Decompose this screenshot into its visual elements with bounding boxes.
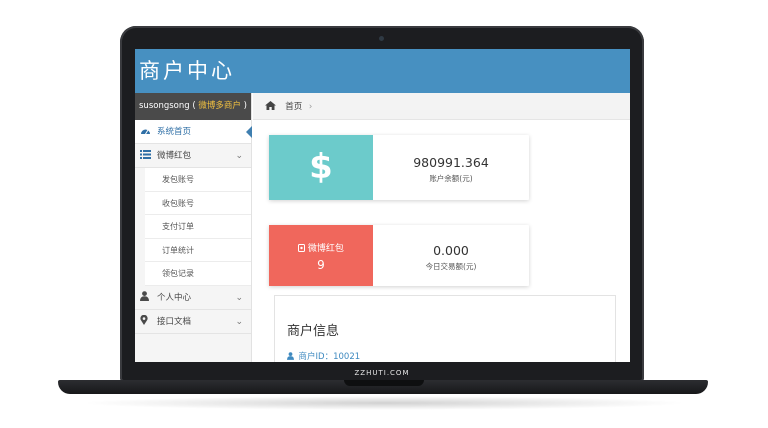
camera <box>379 36 384 41</box>
active-indicator <box>246 126 252 138</box>
user-tag-close: ) <box>243 101 247 111</box>
brand-label: ZZHUTI.COM <box>354 369 410 377</box>
merchant-panel: 商户信息 商户ID：10021 <box>274 295 616 362</box>
sidebar: susongsong ( 微博多商户 ) 系统首页 微博红包 ⌄ 发包账号 收包… <box>135 93 252 362</box>
screen: 商户中心 susongsong ( 微博多商户 ) 系统首页 微博红包 ⌄ 发包… <box>135 49 630 362</box>
user-tag-open: ( <box>192 101 196 111</box>
breadcrumb-home-link[interactable]: 首页 <box>285 102 302 112</box>
sidebar-item-label: 微博红包 <box>157 151 192 161</box>
sidebar-item-weibo-redpacket[interactable]: 微博红包 ⌄ <box>135 144 251 168</box>
sidebar-item-api-docs[interactable]: 接口文档 ⌄ <box>135 310 251 334</box>
sidebar-item-label: 接口文档 <box>157 316 192 327</box>
top-bar: 商户中心 <box>135 49 630 93</box>
dashboard-icon <box>140 120 151 144</box>
sidebar-item-personal-center[interactable]: 个人中心 ⌄ <box>135 286 251 310</box>
sidebar-item-dashboard[interactable]: 系统首页 <box>135 120 252 144</box>
username: susongsong <box>139 101 190 111</box>
dollar-icon: $ <box>269 135 373 200</box>
list-icon <box>140 144 151 168</box>
chevron-down-icon: ⌄ <box>235 316 243 327</box>
home-icon[interactable] <box>265 101 279 112</box>
today-amount-caption: 今日交易额(元) <box>425 262 477 271</box>
main-content: 首页 › $ 980991.364 账户余额(元) 微博红包 9 0.000 今… <box>253 93 630 362</box>
merchant-id: 商户ID：10021 <box>287 350 360 362</box>
laptop-shadow <box>80 396 688 410</box>
balance-card: $ 980991.364 账户余额(元) <box>269 135 529 200</box>
balance-value: 980991.364 <box>413 155 489 170</box>
submenu-item-claim-records[interactable]: 领包记录 <box>145 262 251 286</box>
today-amount-value: 0.000 <box>433 243 469 258</box>
submenu-item-send-account[interactable]: 发包账号 <box>145 168 251 192</box>
user-tag: 微博多商户 <box>198 101 241 111</box>
breadcrumb-separator: › <box>308 102 313 112</box>
chevron-down-icon: ⌄ <box>235 151 243 161</box>
submenu-item-order-stats[interactable]: 订单统计 <box>145 238 251 262</box>
location-pin-icon <box>140 310 148 334</box>
chevron-down-icon: ⌄ <box>235 292 243 303</box>
redpacket-count: 9 <box>317 258 325 272</box>
breadcrumb: 首页 › <box>253 93 630 120</box>
redpacket-tile: 微博红包 9 <box>269 225 373 286</box>
app-title: 商户中心 <box>139 59 235 83</box>
submenu-item-receive-account[interactable]: 收包账号 <box>145 191 251 215</box>
redpacket-label: 微博红包 <box>307 244 344 254</box>
merchant-title: 商户信息 <box>287 324 340 339</box>
redpacket-icon <box>298 244 308 254</box>
merchant-id-text: 商户ID：10021 <box>298 352 361 362</box>
sidebar-item-label: 系统首页 <box>157 127 192 137</box>
submenu-item-payment-orders[interactable]: 支付订单 <box>145 215 251 239</box>
person-icon <box>287 352 297 361</box>
laptop-notch <box>344 380 424 386</box>
sidebar-item-label: 个人中心 <box>157 292 192 303</box>
user-bar[interactable]: susongsong ( 微博多商户 ) <box>135 93 251 120</box>
balance-caption: 账户余额(元) <box>429 174 473 183</box>
redpacket-card: 微博红包 9 0.000 今日交易额(元) <box>269 225 529 286</box>
user-icon <box>140 286 149 310</box>
